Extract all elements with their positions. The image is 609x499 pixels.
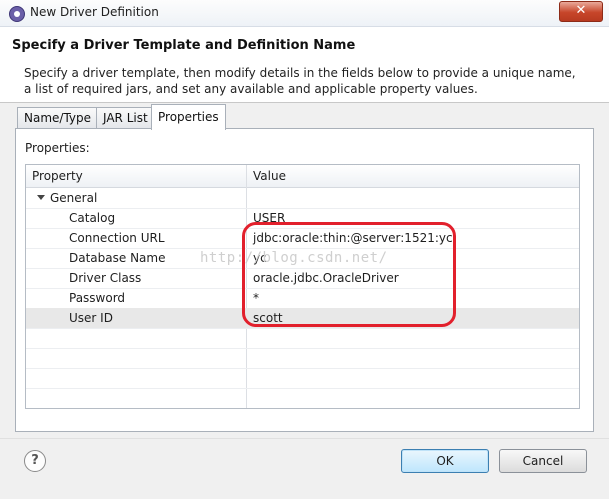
tab-label: Properties xyxy=(158,110,219,124)
tab-name-type[interactable]: Name/Type xyxy=(17,107,99,129)
table-header: Property Value xyxy=(26,165,579,188)
column-header-property[interactable]: Property xyxy=(32,169,83,183)
window-title: New Driver Definition xyxy=(30,5,159,19)
tab-label: JAR List xyxy=(103,111,148,125)
column-header-value[interactable]: Value xyxy=(253,169,286,183)
close-window-button[interactable]: ✕ xyxy=(559,1,603,22)
table-row-empty xyxy=(26,328,579,349)
properties-section-label: Properties: xyxy=(25,141,90,155)
tab-label: Name/Type xyxy=(24,111,92,125)
tab-jar-list[interactable]: JAR List xyxy=(96,107,155,129)
property-name: Catalog xyxy=(69,211,116,225)
dialog-header-title: Specify a Driver Template and Definition… xyxy=(12,38,356,53)
table-row-empty xyxy=(26,348,579,369)
table-row-empty xyxy=(26,388,579,408)
property-name: User ID xyxy=(69,311,113,325)
property-name: Connection URL xyxy=(69,231,165,245)
footer-divider xyxy=(0,438,609,439)
close-icon: ✕ xyxy=(575,3,587,18)
property-name: Driver Class xyxy=(69,271,142,285)
help-icon[interactable]: ? xyxy=(24,450,46,472)
table-row-empty xyxy=(26,368,579,389)
table-row-group-general[interactable]: General xyxy=(26,188,579,209)
group-label: General xyxy=(50,191,98,205)
tab-properties[interactable]: Properties xyxy=(151,104,226,130)
window-titlebar: New Driver Definition ✕ xyxy=(0,0,609,27)
dialog-header: Specify a Driver Template and Definition… xyxy=(0,27,609,103)
ok-button[interactable]: OK xyxy=(401,449,489,473)
cancel-button[interactable]: Cancel xyxy=(499,449,587,473)
expand-triangle-icon[interactable] xyxy=(37,195,45,200)
eclipse-app-icon xyxy=(9,6,25,22)
property-name: Password xyxy=(69,291,126,305)
property-name: Database Name xyxy=(69,251,166,265)
red-highlight-annotation xyxy=(242,222,456,327)
dialog-header-description: Specify a driver template, then modify d… xyxy=(24,66,576,96)
